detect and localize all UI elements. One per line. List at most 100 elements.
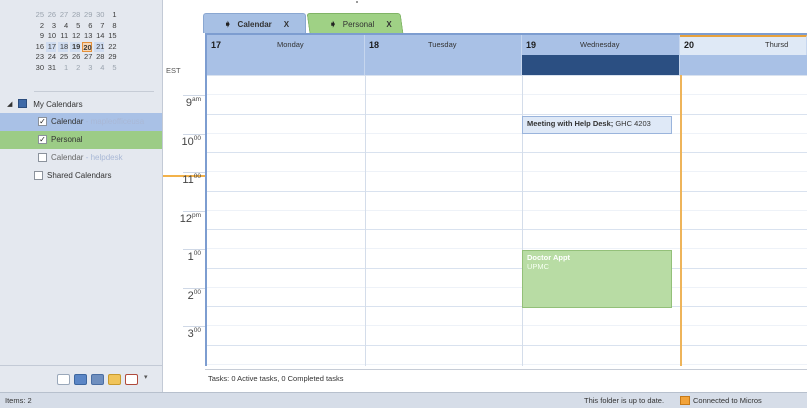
mini-calendar-day[interactable]: 3	[82, 63, 92, 74]
tab-personal[interactable]: ➧ Personal X	[306, 13, 404, 34]
mini-calendar-day[interactable]: 25	[58, 52, 68, 63]
mini-calendar-day[interactable]: 11	[58, 31, 68, 42]
mini-calendar-day[interactable]: 31	[46, 63, 56, 74]
mini-calendar-day[interactable]: 10	[46, 31, 56, 42]
decorative-dot	[356, 1, 358, 3]
calendar-item-main[interactable]: ✓ Calendar - mapleofficeusa	[0, 113, 162, 131]
calendar-group-icon	[18, 99, 27, 108]
connection-icon	[680, 396, 690, 405]
time-minutes: am	[191, 96, 201, 103]
mail-icon[interactable]	[57, 374, 70, 385]
time-minutes: 00	[193, 288, 201, 296]
calendar-grid[interactable]: 17 Monday 18 Tuesday 19 Wednesday 20 Thu…	[205, 33, 807, 366]
connection-status: Connected to Micros	[693, 396, 762, 405]
navigation-pane: 25 26 27 28 29 30 1 2 3 4 5 6 7 8 9 10 11 12 13 14 15 16 17 18 1…	[0, 0, 163, 392]
mini-calendar-day[interactable]: 1	[58, 63, 68, 74]
appointment-help-desk-meeting[interactable]: Meeting with Help Desk; GHC 4203	[522, 116, 672, 134]
time-hour: 1	[187, 251, 194, 263]
mini-calendar-day[interactable]: 20	[82, 41, 93, 52]
mini-calendar-day[interactable]: 23	[34, 52, 44, 63]
mini-calendar-day[interactable]: 28	[70, 10, 80, 21]
tab-arrow-icon[interactable]: ➧	[329, 14, 337, 34]
my-calendars-group[interactable]: ◢ My Calendars	[0, 96, 162, 113]
contacts-icon[interactable]	[91, 374, 104, 385]
mini-calendar-day[interactable]: 5	[107, 63, 116, 74]
mini-calendar-day[interactable]: 4	[94, 63, 104, 74]
mini-calendar-day[interactable]: 14	[94, 31, 104, 42]
tasks-icon[interactable]	[125, 374, 138, 385]
mini-calendar-day[interactable]: 15	[107, 31, 116, 42]
time-hour: 11	[182, 174, 194, 186]
mini-calendar-day[interactable]: 13	[82, 31, 92, 42]
calendar-item-helpdesk[interactable]: Calendar - helpdesk	[0, 149, 162, 167]
day-number: 20	[684, 40, 695, 50]
mini-calendar-day[interactable]: 9	[34, 31, 44, 42]
mini-calendar-day[interactable]: 16	[34, 42, 44, 53]
mini-calendar-week: 9 10 11 12 13 14 15	[34, 31, 154, 42]
mini-calendar-day[interactable]: 12	[70, 31, 80, 42]
mini-calendar-day[interactable]: 2	[70, 63, 80, 74]
shared-calendars-checkbox[interactable]	[34, 171, 43, 180]
calendar-helpdesk-checkbox[interactable]	[38, 153, 47, 162]
day-header-thursday[interactable]: 20 Thursd	[680, 35, 807, 55]
mini-calendar-day[interactable]: 25	[34, 10, 44, 21]
timezone-label: EST	[166, 66, 181, 75]
mini-calendar-week: 30 31 1 2 3 4 5	[34, 63, 154, 74]
mini-calendar-week: 2345678	[34, 21, 154, 32]
mini-calendar-day[interactable]: 24	[46, 52, 56, 63]
calendar-personal-checkbox[interactable]: ✓	[38, 135, 47, 144]
calendar-item-personal[interactable]: ✓ Personal	[0, 131, 162, 149]
time-hour: 12	[179, 212, 192, 225]
day-name: Thursd	[765, 40, 789, 49]
tab-calendar-close-button[interactable]: X	[284, 20, 289, 29]
mini-calendar-day[interactable]: 18	[58, 41, 69, 52]
calendar-main-label: Calendar	[51, 117, 84, 126]
tab-calendar[interactable]: ➧ Calendar X	[203, 13, 306, 33]
shared-calendars-group[interactable]: Shared Calendars	[0, 167, 162, 185]
mini-calendar-day[interactable]: 26	[70, 52, 80, 63]
mini-calendar-day[interactable]: 29	[107, 52, 116, 63]
mini-calendar-day[interactable]: 19	[70, 41, 81, 52]
mini-calendar-day[interactable]: 22	[107, 42, 116, 53]
all-day-area-thursday[interactable]	[680, 55, 807, 75]
tab-personal-close-button[interactable]: X	[386, 20, 391, 29]
day-header-monday[interactable]: 17 Monday	[207, 35, 365, 75]
folder-icon[interactable]	[108, 374, 121, 385]
mini-calendar-day[interactable]: 2	[34, 21, 44, 32]
mini-calendar-day[interactable]: 29	[82, 10, 92, 21]
time-minutes: 00	[193, 173, 201, 180]
tasks-bar[interactable]: Tasks: 0 Active tasks, 0 Completed tasks	[205, 369, 807, 387]
mini-calendar-day[interactable]: 8	[107, 21, 116, 32]
time-divider	[183, 249, 205, 250]
mini-calendar-day[interactable]: 30	[94, 10, 104, 21]
configure-buttons-chevron-icon[interactable]: ▾	[144, 373, 148, 381]
mini-calendar-day[interactable]: 27	[82, 52, 92, 63]
calendar-helpdesk-label: Calendar	[51, 153, 84, 162]
mini-calendar-day[interactable]: 26	[46, 10, 56, 21]
time-label: 9am	[186, 96, 201, 109]
mini-calendar-day[interactable]: 28	[94, 52, 104, 63]
items-count: Items: 2	[5, 396, 32, 405]
all-day-event-block[interactable]	[522, 55, 679, 75]
time-hour: 3	[187, 328, 194, 340]
calendar-icon[interactable]	[74, 374, 87, 385]
time-minutes: 00	[193, 134, 201, 142]
mini-calendar-day[interactable]: 30	[34, 63, 44, 74]
tab-arrow-icon[interactable]: ➧	[224, 14, 232, 34]
expand-triangle-icon[interactable]: ◢	[7, 96, 12, 113]
day-name: Tuesday	[428, 40, 457, 49]
mini-calendar: 25 26 27 28 29 30 1 2 3 4 5 6 7 8 9 10 11 12 13 14 15 16 17 18 1…	[34, 10, 154, 73]
mini-calendar-day[interactable]: 21	[94, 41, 105, 52]
mini-calendar-day[interactable]: 1	[107, 10, 116, 21]
mini-calendar-day[interactable]: 7	[94, 21, 104, 32]
mini-calendar-day[interactable]: 6	[82, 21, 92, 32]
mini-calendar-day[interactable]: 27	[58, 10, 68, 21]
mini-calendar-day[interactable]: 17	[46, 41, 57, 52]
day-header-tuesday[interactable]: 18 Tuesday	[365, 35, 522, 75]
appointment-doctor[interactable]: Doctor Appt UPMC	[522, 250, 672, 308]
today-column[interactable]	[680, 75, 807, 366]
mini-calendar-day[interactable]: 5	[70, 21, 80, 32]
mini-calendar-day[interactable]: 4	[58, 21, 68, 32]
mini-calendar-day[interactable]: 3	[46, 21, 56, 32]
calendar-main-checkbox[interactable]: ✓	[38, 117, 47, 126]
